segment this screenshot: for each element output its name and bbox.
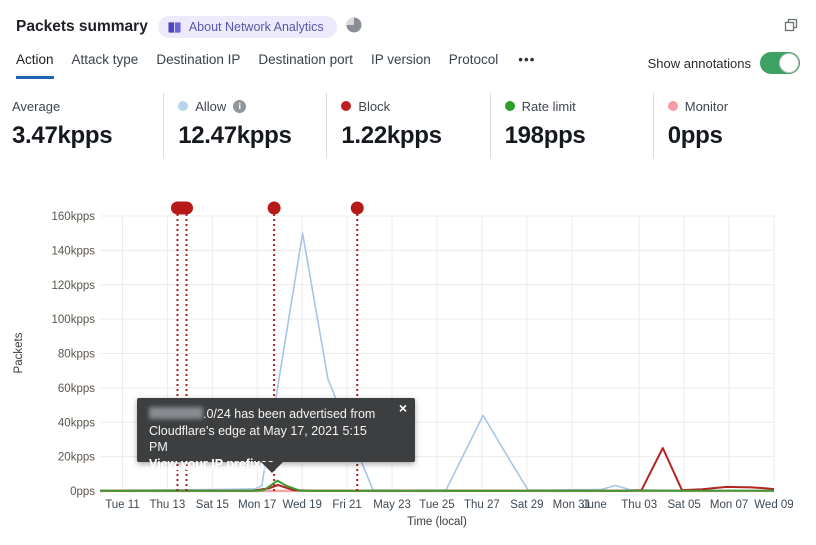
rate-limit-series-dot [504, 101, 515, 111]
x-tick-label: Mon 31 [553, 499, 591, 511]
restore-window-icon[interactable] [782, 16, 800, 39]
tab-bar: Action Attack type Destination IP Destin… [0, 42, 816, 79]
annotation-dot-marker [350, 201, 364, 215]
stat-label: Allow [195, 98, 227, 114]
packets-chart: 0pps 20kpps 40kpps 60kpps 80kpps 100kpps 120kp… [13, 201, 794, 528]
y-tick-label: 160kpps [52, 211, 96, 223]
x-tick-label: Mon 07 [710, 499, 748, 511]
y-axis-title: Packets [13, 332, 25, 373]
stat-label: Rate limit [521, 98, 576, 114]
allow-series-dot [178, 101, 189, 111]
x-tick-label: Sat 05 [668, 499, 701, 511]
about-network-analytics-badge[interactable]: About Network Analytics [157, 16, 337, 38]
x-tick-label: Thu 27 [464, 499, 500, 511]
book-icon [167, 21, 182, 34]
stat-value: 3.47kpps [12, 122, 113, 149]
more-tabs-button[interactable]: ••• [516, 52, 537, 79]
y-tick-label: 60kpps [58, 383, 95, 395]
tab-protocol[interactable]: Protocol [449, 52, 499, 79]
x-tick-label: May 23 [373, 499, 411, 511]
network-analytics-panel: Packets summary About Network Analytics [0, 0, 816, 545]
x-tick-label: Thu 03 [621, 499, 657, 511]
show-annotations-label: Show annotations [647, 55, 751, 71]
y-tick-label: 140kpps [52, 245, 96, 257]
y-tick-label: 80kpps [58, 349, 95, 361]
stat-rate-limit: Rate limit 198pps [489, 93, 653, 158]
close-icon[interactable]: × [399, 401, 407, 415]
x-tick-label: Mon 17 [238, 499, 276, 511]
stat-value: 0pps [667, 122, 723, 149]
stats-row: Average 3.47kpps Allow i 12.47kpps Block… [0, 93, 816, 158]
toggle-knob [779, 53, 799, 73]
y-tick-label: 20kpps [58, 452, 95, 464]
tooltip-caret [261, 462, 283, 473]
monitor-series-dot [667, 101, 678, 111]
tab-action[interactable]: Action [16, 52, 54, 79]
annotation-pill-marker [171, 201, 193, 215]
tab-destination-port[interactable]: Destination port [258, 52, 353, 79]
tabs: Action Attack type Destination IP Destin… [16, 52, 537, 79]
x-tick-label: Wed 19 [282, 499, 321, 511]
masked-ip-prefix [149, 407, 203, 419]
x-tick-label: Thu 13 [149, 499, 185, 511]
series-rate-limit [100, 479, 774, 492]
x-tick-label: Tue 11 [105, 499, 140, 511]
x-tick-label: Wed 09 [754, 499, 793, 511]
y-tick-label: 40kpps [58, 417, 95, 429]
tab-attack-type[interactable]: Attack type [72, 52, 139, 79]
x-tick-label: Sat 29 [510, 499, 543, 511]
tab-destination-ip[interactable]: Destination IP [156, 52, 240, 79]
stat-label: Monitor [684, 98, 729, 114]
tab-ip-version[interactable]: IP version [371, 52, 431, 79]
x-tick-label: Tue 25 [419, 499, 454, 511]
x-tick-label: Fri 21 [332, 499, 361, 511]
stat-value: 12.47kpps [178, 122, 292, 149]
tooltip-line1: .0/24 has been advertised from [149, 406, 389, 423]
info-icon[interactable]: i [233, 99, 247, 113]
header: Packets summary About Network Analytics [0, 0, 816, 42]
stat-block: Block 1.22kpps [326, 93, 489, 158]
y-tick-label: 0pps [70, 486, 95, 498]
x-tick-label: Sat 15 [196, 499, 229, 511]
view-ip-prefixes-link[interactable]: View your IP prefixes [149, 457, 274, 471]
y-tick-label: 100kpps [52, 314, 96, 326]
stat-monitor: Monitor 0pps [652, 93, 816, 158]
about-badge-label: About Network Analytics [188, 20, 324, 34]
x-axis-title: Time (local) [407, 516, 467, 528]
tooltip-line2: Cloudflare's edge at May 17, 2021 5:15 P… [149, 423, 367, 455]
stat-average: Average 3.47kpps [0, 93, 163, 158]
stat-allow: Allow i 12.47kpps [163, 93, 326, 158]
stat-value: 198pps [504, 122, 586, 149]
annotation-tooltip: × .0/24 has been advertised from Cloudfl… [137, 398, 415, 473]
y-tick-label: 120kpps [52, 280, 96, 292]
show-annotations-control: Show annotations [648, 52, 800, 74]
stat-label: Block [358, 98, 391, 114]
x-tick-label: June [582, 499, 607, 511]
stat-label: Average [12, 98, 61, 114]
annotation-dot-marker [267, 201, 281, 215]
annotations-toggle[interactable] [760, 52, 800, 74]
pie-chart-icon [346, 17, 362, 38]
block-series-dot [341, 101, 352, 111]
page-title: Packets summary [16, 18, 148, 35]
stat-value: 1.22kpps [341, 122, 442, 149]
